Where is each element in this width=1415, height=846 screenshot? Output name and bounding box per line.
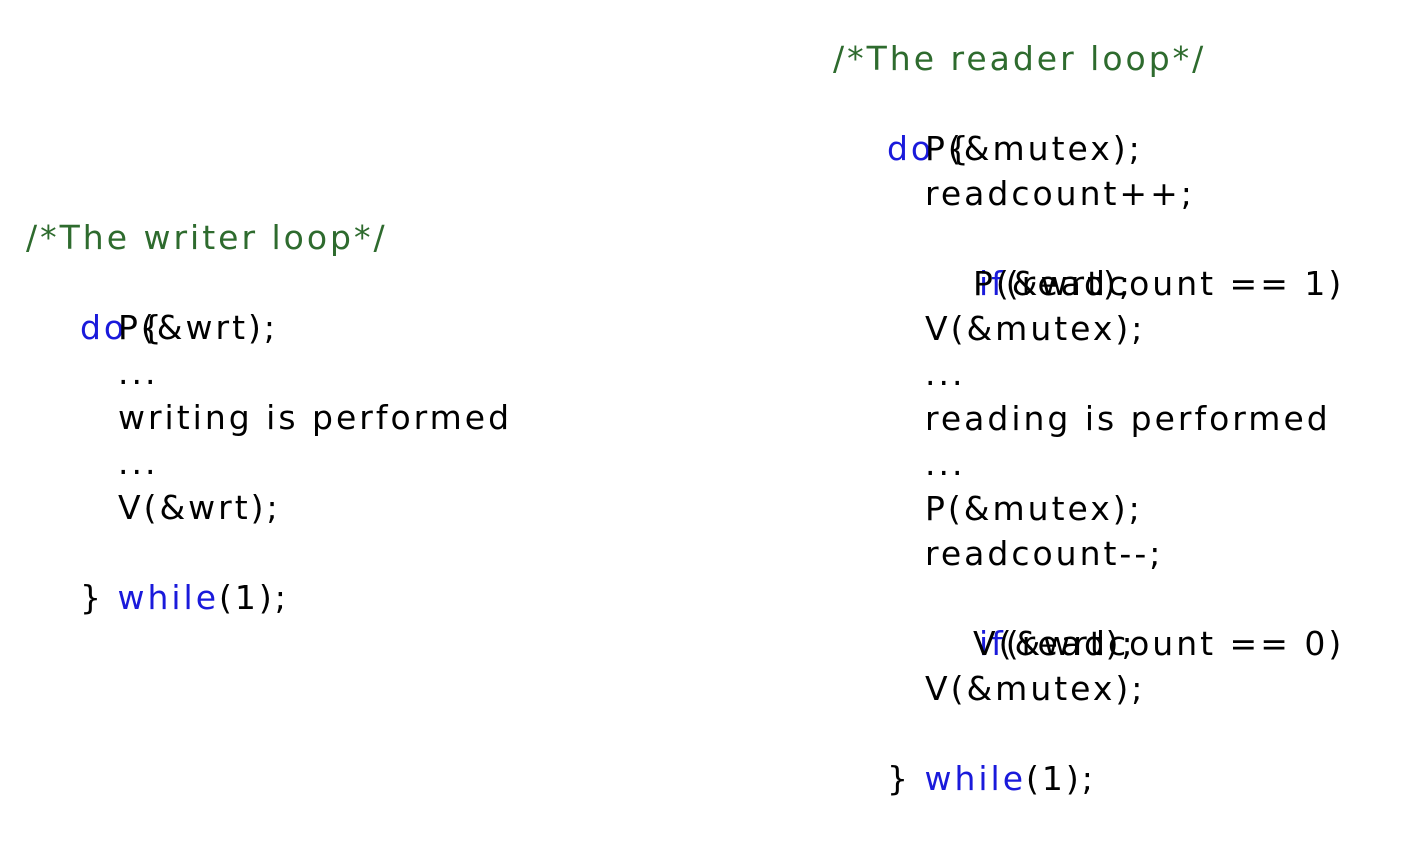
reader-do-line: do {: [833, 81, 972, 168]
reader-while-condition: (1);: [1026, 759, 1096, 798]
writer-line-writing: writing is performed: [118, 398, 513, 437]
reader-ellipsis-2: ...: [925, 444, 966, 483]
writer-loop-code: /*The writer loop*/ do { P(&wrt); ... wr…: [26, 215, 646, 617]
reader-loop-code: /*The reader loop*/ do { P(&mutex); read…: [833, 36, 1413, 798]
reader-comment: /*The reader loop*/: [833, 39, 1207, 78]
reader-line-v-wrt: V(&wrt);: [973, 624, 1136, 663]
reader-line-v-mutex-1: V(&mutex);: [925, 309, 1146, 348]
writer-close-brace: }: [79, 578, 118, 617]
reader-while-line: } while(1);: [833, 711, 1096, 798]
writer-ellipsis-2: ...: [118, 443, 159, 482]
reader-close-brace: }: [886, 759, 925, 798]
reader-if-line-1: if(readcount == 1): [925, 216, 1344, 303]
writer-while-condition: (1);: [219, 578, 289, 617]
writer-while-keyword: while: [117, 578, 220, 617]
reader-line-increment: readcount++;: [925, 174, 1195, 213]
writer-while-line: } while(1);: [26, 530, 289, 617]
reader-line-p-mutex-1: P(&mutex);: [925, 129, 1143, 168]
writer-ellipsis-1: ...: [118, 353, 159, 392]
writer-comment: /*The writer loop*/: [26, 218, 388, 257]
writer-line-p-wrt: P(&wrt);: [118, 308, 278, 347]
reader-line-p-mutex-2: P(&mutex);: [925, 489, 1143, 528]
reader-line-v-mutex-2: V(&mutex);: [925, 669, 1146, 708]
reader-line-reading: reading is performed: [925, 399, 1331, 438]
reader-line-decrement: readcount--;: [925, 534, 1164, 573]
reader-while-keyword: while: [924, 759, 1027, 798]
writer-do-line: do {: [26, 260, 165, 347]
reader-if-line-2: if(readcount == 0): [925, 576, 1344, 663]
reader-line-p-wrt: P(&wrt);: [973, 264, 1133, 303]
reader-ellipsis-1: ...: [925, 354, 966, 393]
writer-line-v-wrt: V(&wrt);: [118, 488, 281, 527]
